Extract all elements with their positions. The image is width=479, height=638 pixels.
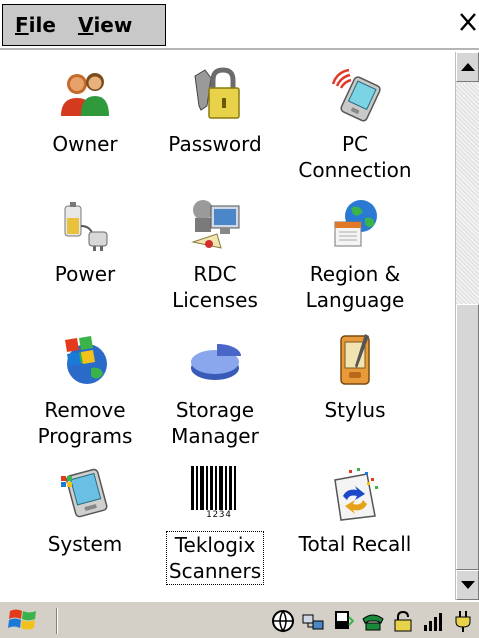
menu-strip: File View — [2, 4, 166, 46]
applet-label: Region & Language — [304, 261, 407, 313]
power-plug-icon[interactable] — [451, 609, 475, 633]
menu-view-label: iew — [93, 13, 133, 37]
applet-label: Teklogix Scanners — [165, 531, 265, 585]
system-icon — [61, 468, 108, 518]
vertical-scrollbar[interactable] — [455, 52, 479, 600]
barcode-digits: 1234 — [199, 510, 239, 520]
arrow-up-icon — [460, 63, 475, 71]
applet-label-line: Licenses — [172, 288, 258, 312]
applet-label-line: Owner — [52, 132, 118, 156]
applet-grid: Owner Password PC Connection Power RDC L… — [0, 52, 455, 600]
applet-power[interactable]: Power — [20, 196, 150, 287]
applet-label-line: Programs — [37, 424, 133, 448]
device-icon[interactable] — [331, 609, 355, 633]
menu-file-accelerator: F — [15, 13, 29, 37]
taskbar — [0, 600, 479, 638]
applet-label-line: Scanners — [168, 559, 262, 583]
applet-label-line: PC — [341, 132, 368, 156]
applet-label-line: Region & — [309, 262, 401, 286]
menu-bar: File View — [0, 0, 479, 50]
applet-label-line: Password — [168, 132, 262, 156]
applet-region-language[interactable]: Region & Language — [290, 196, 420, 313]
applet-label: RDC Licenses — [170, 261, 260, 313]
applet-teklogix-scanners[interactable]: 1234 Teklogix Scanners — [150, 466, 280, 585]
system-tray — [271, 606, 475, 636]
network-icon[interactable] — [301, 609, 325, 633]
pc-connection-icon — [331, 68, 381, 122]
total-recall-icon — [334, 468, 378, 521]
barcode-icon — [191, 466, 236, 510]
applet-remove-programs[interactable]: Remove Programs — [20, 332, 150, 449]
applet-label-line: System — [47, 532, 123, 556]
stylus-icon — [340, 334, 370, 385]
taskbar-separator — [56, 608, 58, 634]
owner-icon — [61, 73, 109, 116]
applet-total-recall[interactable]: Total Recall — [290, 466, 420, 557]
applet-label-line: Stylus — [324, 398, 386, 422]
applet-label: PC Connection — [296, 131, 413, 183]
scroll-thumb[interactable] — [456, 304, 479, 570]
signal-icon[interactable] — [421, 609, 445, 633]
scroll-up-button[interactable] — [456, 52, 479, 82]
applet-rdc-licenses[interactable]: RDC Licenses — [150, 196, 280, 313]
teklogix-scanners-icon: 1234 — [187, 466, 243, 522]
applet-label-line: Total Recall — [298, 532, 412, 556]
applet-label: System — [46, 531, 125, 557]
close-button[interactable] — [456, 8, 479, 42]
applet-label-line: Connection — [298, 158, 412, 182]
globe-icon[interactable] — [271, 609, 295, 633]
applet-storage-manager[interactable]: Storage Manager — [150, 332, 280, 449]
applet-password[interactable]: Password — [150, 66, 280, 157]
applet-label-line: Teklogix — [174, 533, 256, 557]
applet-system[interactable]: System — [20, 466, 150, 557]
password-icon — [194, 67, 240, 119]
applet-label-line: Power — [54, 262, 116, 286]
applet-pc-connection[interactable]: PC Connection — [290, 66, 420, 183]
applet-label: Total Recall — [297, 531, 414, 557]
menu-view-accelerator: V — [77, 13, 94, 37]
storage-manager-icon — [191, 344, 241, 380]
applet-label-line: Remove — [44, 398, 126, 422]
menu-file[interactable]: File — [3, 5, 56, 45]
scroll-down-button[interactable] — [456, 570, 479, 600]
remove-programs-icon — [65, 336, 107, 384]
lock-icon[interactable] — [391, 609, 415, 633]
menu-view[interactable]: View — [56, 5, 132, 45]
applet-label: Power — [53, 261, 117, 287]
phone-icon[interactable] — [361, 609, 385, 633]
arrow-down-icon — [460, 581, 475, 589]
region-language-icon — [334, 200, 377, 247]
applet-label: Remove Programs — [36, 397, 135, 449]
start-button-windows-flag-icon[interactable] — [6, 605, 40, 635]
menu-file-label: ile — [28, 13, 56, 37]
applet-stylus[interactable]: Stylus — [290, 332, 420, 423]
applet-owner[interactable]: Owner — [20, 66, 150, 157]
rdc-licenses-icon — [191, 200, 240, 249]
applet-label-line: Language — [305, 288, 405, 312]
applet-label-line: Storage — [175, 398, 255, 422]
applet-label: Storage Manager — [169, 397, 261, 449]
power-icon — [64, 202, 108, 251]
applet-label: Password — [166, 131, 263, 157]
close-icon — [459, 13, 476, 31]
applet-label: Owner — [50, 131, 119, 157]
applet-label-line: Manager — [171, 424, 259, 448]
applet-label: Stylus — [322, 397, 387, 423]
applet-label-line: RDC — [193, 262, 237, 286]
